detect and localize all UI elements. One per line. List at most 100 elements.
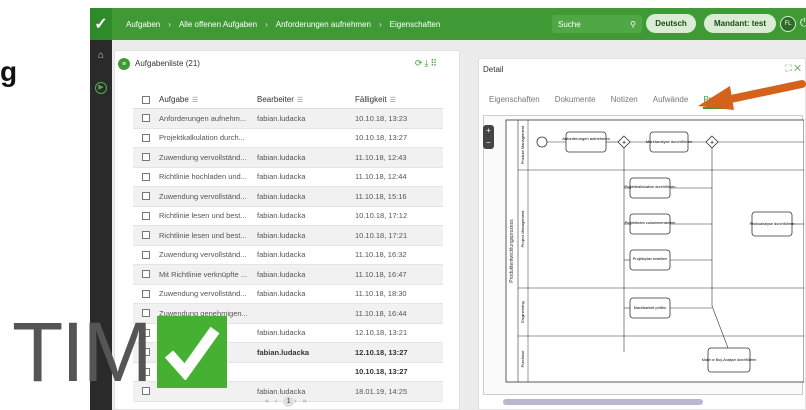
row-checkbox[interactable] [133,192,159,201]
bpmn-task [565,131,607,153]
cell-task: Zuwendung vervollständ... [159,152,247,162]
detail-panel: Detail ⛶ ✕ Eigenschaften Dokumente Notizen… [478,58,806,410]
avatar[interactable]: FL [780,16,796,32]
column-header-task[interactable]: Aufgabe ☰ [159,95,257,104]
table-header: Aufgabe ☰ Bearbeiter ☰ Fälligkeit ☰ [133,91,443,109]
play-icon[interactable]: ▶ [95,82,107,94]
table-row[interactable]: Richtlinie lesen und best... fabian.ludac… [133,207,443,226]
task-label: Machbarkeit prüfen [634,306,667,310]
breadcrumb-item[interactable]: Alle offenen Aufgaben [179,20,257,29]
task-label: Projektkalkulation durchführen [624,185,675,189]
row-checkbox[interactable] [133,153,159,162]
last-page-icon[interactable]: » [303,398,313,405]
chevron-right-icon: › [265,19,268,29]
zoom-controls[interactable]: + − [483,125,494,149]
table-row[interactable]: Zuwendung vervollständ... fabian.ludacka 1… [133,148,443,168]
row-checkbox[interactable] [133,211,159,220]
table-row[interactable]: Richtlinie lesen und best... fabian.ludac… [133,226,443,246]
power-icon[interactable]: ⏻ [800,17,806,30]
row-checkbox[interactable] [133,250,159,259]
cell-user: fabian.ludacka [257,347,310,357]
tab-dokumente[interactable]: Dokumente [555,95,596,109]
column-header-due[interactable]: Fälligkeit ☰ [355,95,443,104]
cell-task: Richtlinie lesen und best... [159,211,247,221]
tab-eigenschaften[interactable]: Eigenschaften [489,95,540,109]
cell-user: fabian.ludacka [257,386,306,396]
start-event [536,136,548,148]
cell-task: Anforderungen aufnehm... [159,113,247,123]
cell-due: 10.10.18, 13:27 [355,133,408,143]
cell-due: 11.10.18, 16:47 [355,269,407,279]
list-icon: ≡ [118,58,130,70]
task-label: Risikoanalyse durchführen [750,222,795,226]
table-row[interactable]: Zuwendung vervollständ... fabian.ludacka 1… [133,187,443,207]
cell-due: 10.10.18, 17:12 [355,211,408,221]
task-label: Anforderungen aufnehmen [562,136,610,141]
row-checkbox[interactable] [133,133,159,142]
cell-task: Projektkalkulation durch... [159,133,245,143]
cell-due: 10.10.18, 17:21 [355,230,408,240]
row-checkbox[interactable] [133,270,159,279]
pagination: «‹ 1 ›» [265,396,313,407]
search-icon[interactable]: ⚲ [630,20,636,29]
top-bar: ✓ Aufgaben › Alle offenen Aufgaben › Anf… [90,8,806,40]
prev-page-icon[interactable]: ‹ [275,398,283,405]
cell-user: fabian.ludacka [257,250,306,260]
horizontal-scrollbar[interactable] [503,399,703,405]
lane-label: Product Management [520,125,525,164]
zoom-in-icon[interactable]: + [483,125,494,137]
cell-due: 12.10.18, 13:27 [355,347,408,357]
next-page-icon[interactable]: › [294,398,302,405]
search-input[interactable]: Suche ⚲ [552,15,642,33]
process-diagram[interactable]: Produktentwicklungsprozess Product Manag… [483,115,805,395]
table-row[interactable]: Projektkalkulation durch... 10.10.18, 13:… [133,129,443,148]
table-row[interactable]: Richtlinie hochladen und... fabian.ludack… [133,168,443,187]
grid-icon[interactable]: ⠿ [430,58,439,68]
cell-task: Zuwendung vervollständ... [159,191,247,201]
cell-user: fabian.ludacka [257,211,306,221]
app-logo-check-icon[interactable]: ✓ [90,8,112,40]
cell-due: 11.10.18, 18:30 [355,289,407,299]
cell-user: fabian.ludacka [257,230,306,240]
breadcrumb-item[interactable]: Aufgaben [126,20,160,29]
cell-due: 10.10.18, 13:27 [355,367,408,377]
slide-heading-fragment: g [0,56,18,87]
cell-task: Zuwendung vervollständ... [159,250,247,260]
task-label: Projektplan erstellen [633,257,667,261]
row-checkbox[interactable] [133,289,159,298]
sort-icon: ☰ [191,97,199,104]
svg-text:+: + [710,140,714,147]
table-row[interactable]: Zuwendung vervollständ... fabian.ludacka 1… [133,285,443,304]
language-button[interactable]: Deutsch [646,14,696,33]
task-list-title: Aufgabenliste (21) [135,59,200,68]
tab-aufwände[interactable]: Aufwände [653,95,689,109]
table-row[interactable]: Zuwendung vervollständ... fabian.ludacka 1… [133,246,443,265]
table-row[interactable]: Mit Richtlinie verknüpfte ... fabian.luda… [133,265,443,285]
cell-task: Richtlinie lesen und best... [159,230,247,240]
pool-label: Produktentwicklungsprozess [509,219,515,283]
breadcrumb-item[interactable]: Anforderungen aufnehmen [276,20,371,29]
cell-user: fabian.ludacka [257,152,306,162]
cell-due: 11.10.18, 16:44 [355,308,407,318]
breadcrumb-item[interactable]: Eigenschaften [390,20,441,29]
cell-task: Richtlinie hochladen und... [159,172,247,182]
row-checkbox[interactable] [133,114,159,123]
first-page-icon[interactable]: « [265,398,275,405]
sort-icon: ☰ [296,97,304,104]
select-all-checkbox[interactable] [133,95,159,104]
row-checkbox[interactable] [133,172,159,181]
tab-notizen[interactable]: Notizen [611,95,638,109]
task-label: Marktanalyse durchführen [646,139,692,144]
row-checkbox[interactable] [133,231,159,240]
refresh-icon[interactable]: ⟳ [415,58,425,68]
lane-label: Project Management [520,210,525,248]
current-page[interactable]: 1 [283,396,295,407]
column-header-user[interactable]: Bearbeiter ☰ [257,95,355,104]
home-icon[interactable]: ⌂ [95,50,107,62]
cell-user: fabian.ludacka [257,289,306,299]
chevron-right-icon: › [378,19,382,29]
table-row[interactable]: Anforderungen aufnehm... fabian.ludacka 10… [133,109,443,129]
mandant-button[interactable]: Mandant: test [704,14,776,33]
sort-icon: ☰ [389,97,396,104]
zoom-out-icon[interactable]: − [483,137,494,149]
